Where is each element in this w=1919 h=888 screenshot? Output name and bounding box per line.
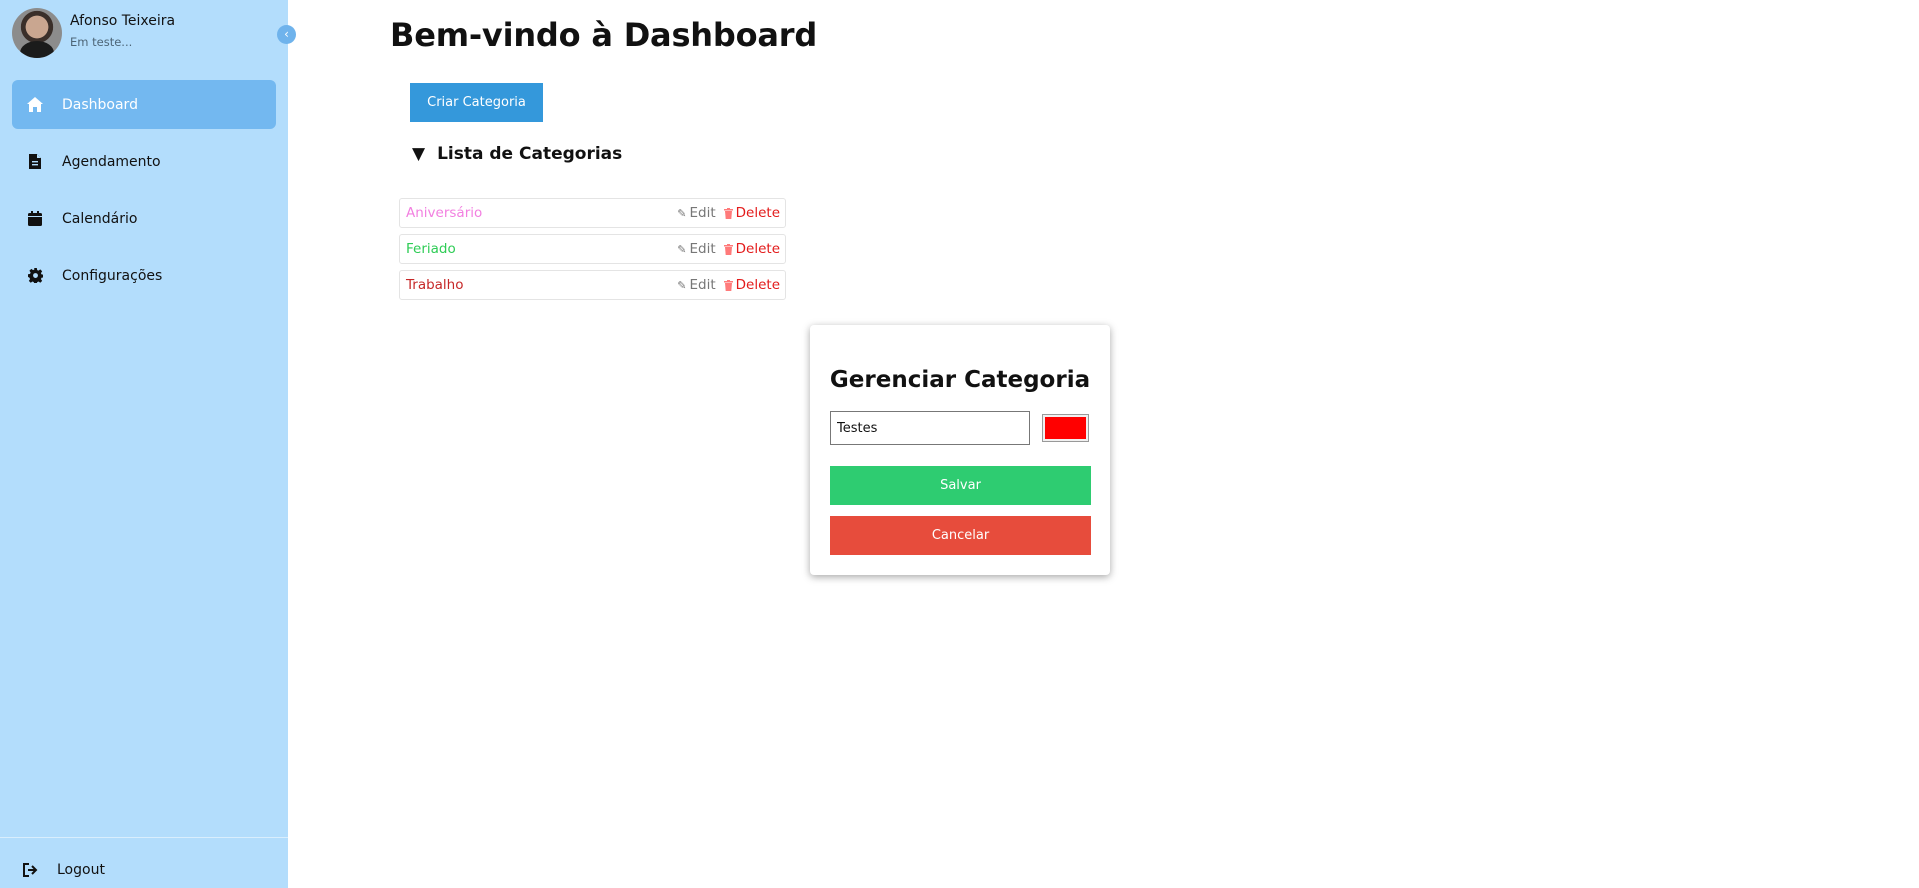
document-icon [27, 154, 43, 170]
category-name: Feriado [406, 241, 456, 257]
category-list: Aniversário ✎ Edit Delete Feriado ✎ Edit… [399, 198, 786, 306]
logout-button[interactable]: Logout [0, 852, 288, 888]
edit-label: Edit [689, 205, 716, 221]
sidebar-item-label: Calendário [62, 210, 138, 227]
modal-title: Gerenciar Categoria [829, 367, 1091, 393]
calendar-icon [27, 211, 43, 227]
edit-label: Edit [689, 277, 716, 293]
user-name: Afonso Teixeira [70, 13, 176, 29]
sidebar: Afonso Teixeira Em teste... ‹ Dashboard … [0, 0, 296, 888]
logout-icon [23, 862, 39, 878]
pencil-icon: ✎ [677, 278, 687, 292]
delete-button[interactable]: Delete [723, 277, 780, 293]
sidebar-divider [0, 837, 288, 838]
user-status: Em teste... [70, 35, 133, 49]
page-title: Bem-vindo à Dashboard [390, 16, 818, 54]
logout-label: Logout [57, 862, 105, 878]
category-actions: ✎ Edit Delete [677, 205, 780, 221]
delete-label: Delete [735, 205, 780, 221]
avatar [12, 8, 62, 58]
save-button[interactable]: Salvar [830, 466, 1091, 505]
category-actions: ✎ Edit Delete [677, 241, 780, 257]
edit-button[interactable]: ✎ Edit [677, 205, 715, 221]
sidebar-item-label: Agendamento [62, 153, 161, 170]
sidebar-item-calendario[interactable]: Calendário [12, 194, 276, 243]
sidebar-item-label: Configurações [62, 267, 163, 284]
category-actions: ✎ Edit Delete [677, 277, 780, 293]
triangle-down-icon: ▼ [412, 144, 426, 164]
edit-button[interactable]: ✎ Edit [677, 277, 715, 293]
trash-icon [723, 243, 733, 255]
edit-button[interactable]: ✎ Edit [677, 241, 715, 257]
sidebar-item-label: Dashboard [62, 96, 138, 113]
list-item: Aniversário ✎ Edit Delete [399, 198, 786, 228]
chevron-left-icon: ‹ [284, 27, 289, 41]
gear-icon [27, 268, 43, 284]
list-item: Feriado ✎ Edit Delete [399, 234, 786, 264]
trash-icon [723, 279, 733, 291]
user-profile: Afonso Teixeira Em teste... [12, 8, 272, 58]
category-name: Aniversário [406, 205, 483, 221]
sidebar-nav: Dashboard Agendamento Calendário Configu… [12, 80, 276, 308]
list-item: Trabalho ✎ Edit Delete [399, 270, 786, 300]
category-list-heading: Lista de Categorias [437, 144, 623, 164]
category-name: Trabalho [406, 277, 464, 293]
sidebar-item-dashboard[interactable]: Dashboard [12, 80, 276, 129]
category-name-input[interactable] [830, 411, 1030, 445]
trash-icon [723, 207, 733, 219]
sidebar-item-configuracoes[interactable]: Configurações [12, 251, 276, 300]
sidebar-collapse-button[interactable]: ‹ [277, 25, 296, 44]
pencil-icon: ✎ [677, 206, 687, 220]
delete-button[interactable]: Delete [723, 241, 780, 257]
category-color-picker[interactable] [1042, 414, 1089, 442]
create-category-button[interactable]: Criar Categoria [410, 83, 543, 122]
delete-label: Delete [735, 241, 780, 257]
edit-label: Edit [689, 241, 716, 257]
delete-button[interactable]: Delete [723, 205, 780, 221]
category-list-toggle[interactable]: ▼ Lista de Categorias [412, 144, 622, 164]
delete-label: Delete [735, 277, 780, 293]
sidebar-item-agendamento[interactable]: Agendamento [12, 137, 276, 186]
color-swatch-fill [1045, 417, 1086, 439]
manage-category-modal: Gerenciar Categoria Salvar Cancelar [810, 325, 1110, 575]
pencil-icon: ✎ [677, 242, 687, 256]
cancel-button[interactable]: Cancelar [830, 516, 1091, 555]
home-icon [27, 97, 43, 113]
